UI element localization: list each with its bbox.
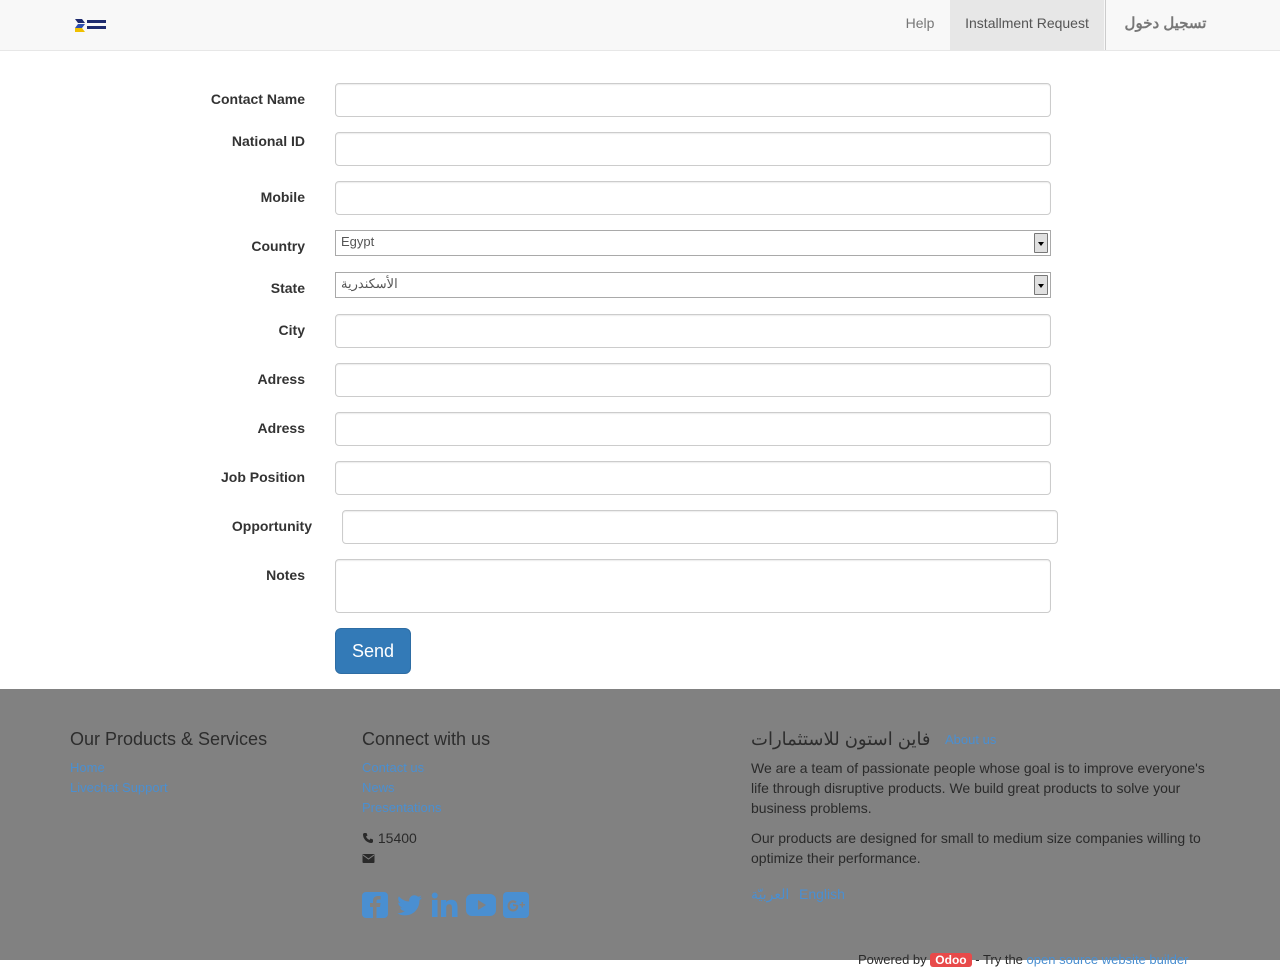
mobile-label: Mobile [260,189,305,205]
address-1-input[interactable] [335,363,1051,397]
phone-icon [363,833,373,843]
envelope-icon [362,854,375,863]
opportunity-label: Opportunity [231,518,312,534]
national-id-input[interactable] [335,132,1051,166]
language-english-link[interactable]: English [799,886,845,902]
notes-label: Notes [266,567,305,583]
top-navbar: Help Installment Request تسجيل دخول [0,0,1280,51]
footer-link-home[interactable]: Home [70,760,105,775]
footer-about-paragraph-1: We are a team of passionate people whose… [751,760,1205,816]
state-select-value: الأسكندرية [341,276,398,291]
youtube-icon[interactable] [466,892,498,920]
footer-link-news[interactable]: News [362,780,395,795]
city-input[interactable] [335,314,1051,348]
nav-installment-request-link[interactable]: Installment Request [950,0,1104,50]
mobile-input[interactable] [335,181,1051,215]
country-select[interactable]: Egypt [335,230,1051,256]
footer-link-presentations[interactable]: Presentations [362,800,442,815]
state-label: State [270,280,305,296]
odoo-badge[interactable]: Odoo [930,953,972,967]
footer-connect-title: Connect with us [362,729,491,749]
send-button[interactable]: Send [335,628,411,674]
national-id-label: National ID [231,133,305,149]
footer-link-livechat-support[interactable]: Livechat Support [70,780,168,795]
footer-link-about-us[interactable]: About us [945,732,996,747]
job-position-input[interactable] [335,461,1051,495]
address-2-input[interactable] [335,412,1051,446]
facebook-icon[interactable] [362,892,390,920]
google-plus-icon[interactable] [503,892,531,920]
state-select[interactable]: الأسكندرية [335,272,1051,298]
linkedin-icon[interactable] [431,892,459,920]
city-label: City [278,322,305,338]
job-position-label: Job Position [221,469,305,485]
language-arabic-link[interactable]: العربيّة [751,886,789,903]
footer-email [362,848,375,868]
nav-help-link[interactable]: Help [890,0,950,50]
footer-company-name: فاين استون للاستثمارات [751,729,931,749]
nav-login-link[interactable]: تسجيل دخول [1105,0,1225,50]
phone-number: 15400 [377,830,417,846]
footer-products-title: Our Products & Services [70,729,268,749]
address-1-label: Adress [257,371,305,387]
fine-stone-logo-icon [75,19,106,32]
address-2-label: Adress [257,420,305,436]
chevron-down-icon[interactable] [1034,233,1048,253]
contact-name-input[interactable] [335,83,1051,117]
contact-name-label: Contact Name [210,91,305,107]
chevron-down-icon[interactable] [1034,275,1048,295]
notes-textarea[interactable] [335,559,1051,613]
footer-link-contact-us[interactable]: Contact us [362,760,424,775]
footer-about-paragraph-2: Our products are designed for small to m… [751,830,1201,866]
brand-logo[interactable] [72,16,108,34]
twitter-icon[interactable] [397,892,425,920]
opportunity-input[interactable] [342,510,1058,544]
country-select-value: Egypt [341,234,375,249]
footer-phone: 15400 [362,828,417,848]
country-label: Country [251,238,305,254]
footer: Our Products & Services Home Livechat Su… [0,689,1280,967]
